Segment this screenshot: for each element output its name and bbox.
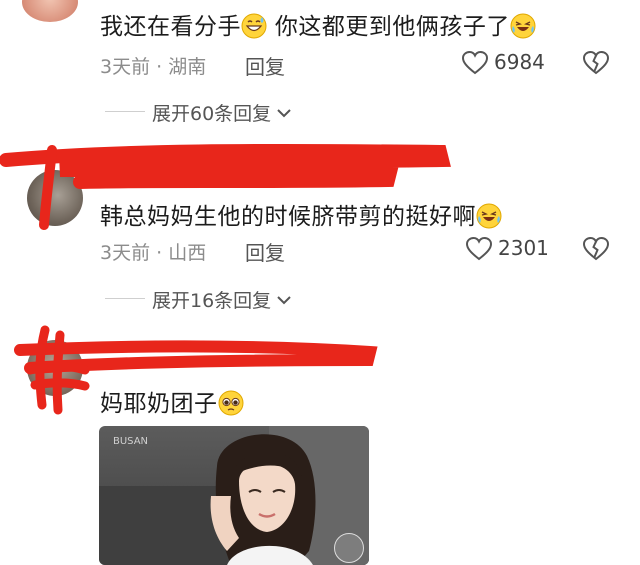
redaction-scribble [0, 143, 451, 230]
reply-button[interactable]: 回复 [245, 51, 285, 80]
dislike-broken-heart-icon[interactable] [583, 51, 609, 75]
chevron-down-icon [277, 296, 291, 305]
user-avatar[interactable] [27, 170, 83, 226]
comment-text: 我还在看分手 你这都更到他俩孩子了 [100, 7, 536, 41]
like-button[interactable]: 6984 [462, 50, 552, 78]
dislike-broken-heart-icon[interactable] [583, 237, 609, 261]
image-watermark: BUSAN [113, 436, 149, 447]
pleading-face-emoji-icon [218, 390, 243, 416]
expand-replies-button[interactable]: 展开16条回复 [152, 286, 291, 313]
user-avatar[interactable] [22, 0, 78, 22]
user-avatar[interactable] [27, 340, 83, 396]
laugh-cry-emoji-icon [476, 203, 502, 229]
divider-line [105, 298, 145, 299]
expand-replies-button[interactable]: 展开60条回复 [152, 99, 291, 126]
chevron-down-icon [277, 109, 291, 118]
redaction-scribble [14, 325, 378, 415]
heart-icon [466, 237, 492, 261]
comment-image[interactable]: BUSAN [99, 426, 369, 565]
like-button[interactable]: 2301 [466, 236, 556, 264]
comment-meta: 3天前 · 湖南 [100, 56, 207, 78]
reply-button[interactable]: 回复 [245, 237, 285, 266]
divider-line [105, 111, 145, 112]
comment-meta: 3天前 · 山西 [100, 242, 207, 264]
like-count: 2301 [498, 236, 549, 260]
laugh-cry-emoji-icon [510, 13, 536, 39]
comment-text: 韩总妈妈生他的时候脐带剪的挺好啊 [100, 197, 502, 231]
grin-sweat-emoji-icon [241, 13, 267, 39]
like-count: 6984 [494, 50, 545, 74]
comment-text: 妈耶奶团子 [100, 384, 244, 418]
heart-icon [462, 51, 488, 75]
watermark-badge [334, 533, 364, 563]
